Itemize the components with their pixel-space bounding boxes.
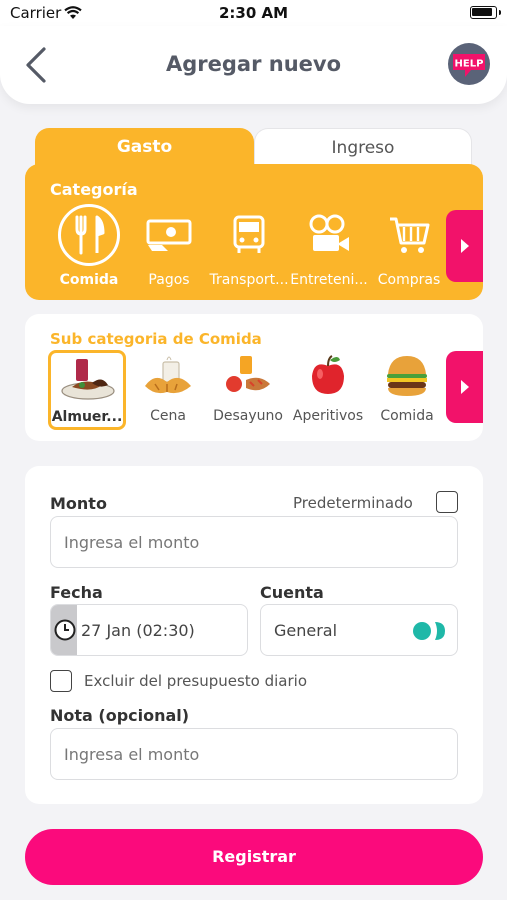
category-label: Entreteni... — [290, 272, 368, 288]
film-camera-icon — [298, 204, 360, 266]
subcategory-title: Sub categoria de Comida — [50, 330, 262, 348]
subcategory-label: Desayuno — [213, 408, 283, 424]
header-bar: Agregar nuevo HELP — [0, 26, 507, 104]
battery-icon — [470, 6, 501, 19]
category-label: Pagos — [148, 272, 190, 288]
page-title: Agregar nuevo — [165, 52, 341, 76]
monto-label: Monto — [50, 494, 107, 513]
burger-icon — [377, 350, 437, 402]
excluir-checkbox[interactable] — [50, 670, 72, 692]
subcategory-label: Cena — [150, 408, 186, 424]
status-bar: Carrier 2:30 AM — [0, 0, 507, 26]
tab-ingreso[interactable]: Ingreso — [254, 128, 472, 166]
chevron-right-icon — [461, 380, 469, 394]
excluir-label: Excluir del presupuesto diario — [84, 672, 308, 690]
help-label: HELP — [455, 59, 484, 70]
fecha-value: 27 Jan (02:30) — [81, 620, 195, 640]
subcategory-label: Almuer... — [51, 409, 123, 425]
cuenta-select[interactable]: General — [260, 604, 458, 656]
category-item-entretenimiento[interactable]: Entreteni... — [288, 204, 370, 288]
help-badge-icon: HELP — [448, 43, 490, 85]
fecha-label: Fecha — [50, 583, 103, 602]
category-label: Comida — [59, 272, 119, 288]
status-time: 2:30 AM — [218, 4, 289, 22]
nota-input[interactable]: Ingresa el monto — [50, 728, 458, 780]
cuenta-label: Cuenta — [260, 583, 324, 602]
lunch-plate-icon — [57, 353, 117, 405]
coffee-croissant-icon — [138, 350, 198, 402]
category-title: Categoría — [50, 180, 138, 199]
category-item-transporte[interactable]: Transport... — [208, 204, 290, 288]
category-label: Compras — [377, 272, 441, 288]
account-toggle-icon — [413, 622, 445, 640]
form-panel: Monto Predeterminado Ingresa el monto Fe… — [25, 466, 483, 804]
category-item-comida[interactable]: Comida — [48, 204, 130, 288]
predeterminado-checkbox[interactable] — [436, 491, 458, 513]
clock-icon-tab — [51, 605, 77, 655]
category-item-compras[interactable]: Compras — [368, 204, 450, 288]
subcategory-item-aperitivos[interactable]: Aperitivos — [288, 350, 368, 424]
shopping-cart-icon — [378, 204, 440, 266]
category-next-button[interactable] — [446, 210, 483, 282]
fecha-input[interactable]: 27 Jan (02:30) — [50, 604, 248, 656]
cutlery-icon — [58, 204, 120, 266]
bus-icon — [218, 204, 280, 266]
apple-icon — [298, 350, 358, 402]
money-hand-icon — [138, 204, 200, 266]
clock-icon — [54, 619, 76, 641]
subcategory-item-almuerzo[interactable]: Almuer... — [48, 350, 126, 430]
subcategory-next-button[interactable] — [446, 351, 483, 423]
category-item-pagos[interactable]: Pagos — [128, 204, 210, 288]
breakfast-icon — [218, 350, 278, 402]
subcategory-panel: Sub categoria de Comida Almuer... Cena D… — [25, 314, 483, 441]
subcategory-item-comida[interactable]: Comida — [367, 350, 447, 424]
chevron-right-icon — [461, 239, 469, 253]
category-label: Transport... — [209, 272, 289, 288]
subcategory-item-cena[interactable]: Cena — [128, 350, 208, 424]
subcategory-label: Comida — [380, 408, 434, 424]
help-button[interactable]: HELP — [447, 42, 491, 86]
nota-label: Nota (opcional) — [50, 706, 190, 725]
subcategory-item-desayuno[interactable]: Desayuno — [208, 350, 288, 424]
predeterminado-label: Predeterminado — [293, 494, 413, 512]
category-panel: Categoría Comida Pagos Transport... Entr… — [25, 164, 483, 300]
monto-input[interactable]: Ingresa el monto — [50, 516, 458, 568]
cuenta-value: General — [274, 620, 338, 640]
registrar-button[interactable]: Registrar — [25, 829, 483, 885]
subcategory-label: Aperitivos — [292, 408, 364, 424]
